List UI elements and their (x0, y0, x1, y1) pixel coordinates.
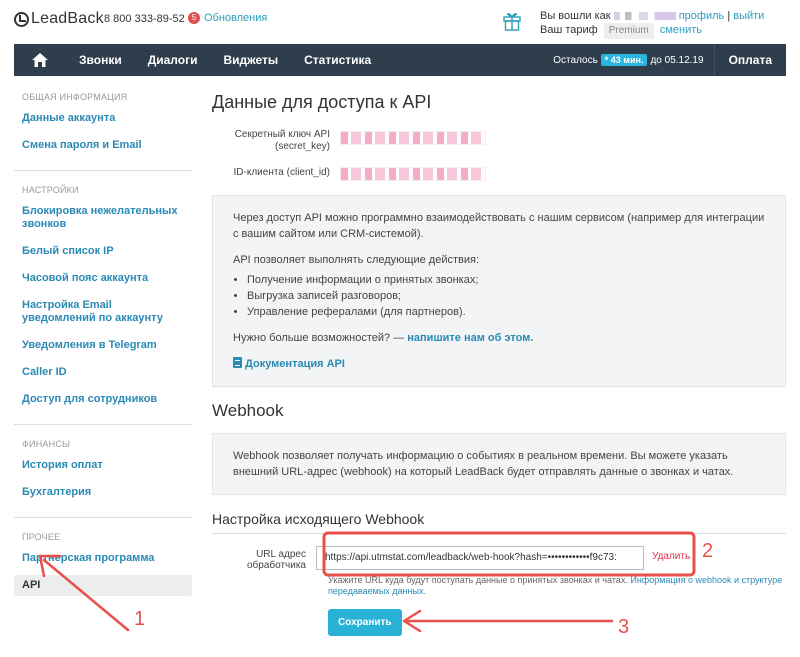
sidebar-section-settings: НАСТРОЙКИ Блокировка нежелательных звонк… (14, 185, 192, 410)
api-docs-label: Документация API (245, 358, 345, 370)
document-icon (233, 357, 242, 368)
sidebar-section-finance: ФИНАНСЫ История оплат Бухгалтерия (14, 439, 192, 503)
sidebar-item-accounting[interactable]: Бухгалтерия (14, 482, 192, 503)
username-redacted (613, 12, 676, 21)
nav-calls[interactable]: Звонки (66, 44, 135, 76)
client-id-value-redacted[interactable] (340, 167, 486, 181)
sidebar-item-ip-whitelist[interactable]: Белый список IP (14, 241, 192, 262)
remain-badge: * 43 мин. (600, 54, 648, 66)
separator: | (727, 10, 731, 22)
list-item: Управление рефералами (для партнеров). (247, 304, 765, 320)
sidebar-item-email-notifications[interactable]: Настройка Email уведомлений по аккаунту (14, 295, 192, 329)
sidebar-item-partner-program[interactable]: Партнерская программа (14, 548, 192, 569)
remain-until: до 05.12.19 (650, 54, 704, 66)
api-actions-list: Получение информации о принятых звонках;… (247, 272, 765, 320)
sidebar-item-account-data[interactable]: Данные аккаунта (14, 108, 192, 129)
logout-link[interactable]: выйти (733, 10, 764, 22)
nav-pay-button[interactable]: Оплата (713, 44, 786, 76)
remain-label: Осталось (553, 54, 598, 66)
secret-key-row: Секретный ключ API (secret_key) (212, 129, 786, 153)
nav-widgets[interactable]: Виджеты (210, 44, 291, 76)
client-id-row: ID-клиента (client_id) (212, 167, 786, 181)
sidebar-item-staff-access[interactable]: Доступ для сотрудников (14, 389, 192, 410)
tariff-label: Ваш тариф (540, 24, 598, 36)
home-icon (32, 53, 48, 67)
client-id-label: ID-клиента (client_id) (233, 167, 330, 178)
sidebar-heading: НАСТРОЙКИ (22, 185, 79, 195)
sidebar: ОБЩАЯ ИНФОРМАЦИЯ Данные аккаунта Смена п… (14, 92, 192, 610)
divider (14, 424, 192, 425)
sidebar-heading: ПРОЧЕЕ (22, 532, 61, 542)
secret-key-label: Секретный ключ API (secret_key) (212, 129, 340, 153)
webhook-delete-link[interactable]: Удалить (652, 546, 690, 562)
main-nav: Звонки Диалоги Виджеты Статистика Остало… (14, 44, 786, 76)
api-docs-link[interactable]: Документация API (233, 357, 345, 370)
remaining-minutes: Осталось * 43 мин. до 05.12.19 (553, 54, 713, 66)
logged-in-label: Вы вошли как (540, 10, 611, 22)
webhook-info-text: Webhook позволяет получать информацию о … (233, 450, 734, 478)
webhook-url-label: URL адрес обработчика (246, 549, 306, 571)
main-content: Данные для доступа к API Секретный ключ … (212, 92, 786, 636)
logo-icon (14, 11, 29, 27)
annotation-number-1: 1 (134, 608, 146, 630)
page-title: Данные для доступа к API (212, 92, 432, 112)
webhook-hint-text: Укажите URL куда будут поступать данные … (328, 575, 628, 585)
logo[interactable]: LeadBack (14, 10, 104, 28)
webhook-url-row: URL адрес обработчика https://api.utmsta… (212, 546, 786, 571)
nav-home[interactable] (14, 44, 66, 76)
more-features: Нужно больше возможностей? — напишите на… (233, 330, 765, 346)
secret-key-value-redacted[interactable] (340, 131, 486, 145)
sidebar-section-other: ПРОЧЕЕ Партнерская программа API (14, 532, 192, 596)
api-info-text: Через доступ API можно программно взаимо… (233, 212, 765, 240)
webhook-url-input[interactable]: https://api.utmstat.com/leadback/web-hoo… (316, 546, 644, 570)
sidebar-section-general: ОБЩАЯ ИНФОРМАЦИЯ Данные аккаунта Смена п… (14, 92, 192, 156)
top-bar: LeadBack 8 800 333-89-52 5 Обновления Вы… (0, 0, 800, 40)
updates-count-badge: 5 (188, 12, 200, 24)
sidebar-item-block-calls[interactable]: Блокировка нежелательных звонков (14, 201, 192, 235)
webhook-info-box: Webhook позволяет получать информацию о … (212, 433, 786, 495)
sidebar-item-change-password[interactable]: Смена пароля и Email (14, 135, 192, 156)
sidebar-heading: ФИНАНСЫ (22, 439, 71, 449)
change-tariff-link[interactable]: сменить (660, 24, 702, 36)
phone-number: 8 800 333-89-52 (104, 13, 185, 25)
gift-icon[interactable] (502, 9, 522, 31)
sidebar-item-timezone[interactable]: Часовой пояс аккаунта (14, 268, 192, 289)
outgoing-webhook-title: Настройка исходящего Webhook (212, 511, 786, 534)
list-item: Выгрузка записей разговоров; (247, 288, 765, 304)
sidebar-item-api[interactable]: API (14, 575, 192, 596)
list-item: Получение информации о принятых звонках; (247, 272, 765, 288)
nav-dialogs[interactable]: Диалоги (135, 44, 211, 76)
updates-link[interactable]: 5 Обновления (188, 12, 267, 24)
logo-text: LeadBack (31, 10, 104, 27)
user-info: Вы вошли как профиль | выйти Ваш тариф P… (540, 9, 764, 39)
webhook-hint: Укажите URL куда будут поступать данные … (328, 575, 788, 597)
webhook-title: Webhook (212, 401, 284, 420)
api-actions-intro: API позволяет выполнять следующие действ… (233, 254, 480, 266)
sidebar-heading: ОБЩАЯ ИНФОРМАЦИЯ (22, 92, 128, 102)
profile-link[interactable]: профиль (679, 10, 725, 22)
tariff-badge: Premium (603, 23, 654, 39)
save-button[interactable]: Сохранить (328, 609, 402, 636)
more-features-text: Нужно больше возможностей? — (233, 332, 405, 344)
write-us-link[interactable]: напишите нам об этом. (407, 332, 533, 344)
secret-key-label-line1: Секретный ключ API (234, 129, 330, 140)
sidebar-item-caller-id[interactable]: Caller ID (14, 362, 192, 383)
divider (14, 517, 192, 518)
secret-key-label-line2: (secret_key) (274, 141, 330, 152)
sidebar-item-payment-history[interactable]: История оплат (14, 455, 192, 476)
annotation-number-3: 3 (618, 616, 630, 638)
nav-statistics[interactable]: Статистика (291, 44, 384, 76)
divider (14, 170, 192, 171)
annotation-number-2: 2 (702, 540, 714, 562)
sidebar-item-telegram[interactable]: Уведомления в Telegram (14, 335, 192, 356)
api-info-box: Через доступ API можно программно взаимо… (212, 195, 786, 387)
updates-label: Обновления (204, 12, 268, 24)
